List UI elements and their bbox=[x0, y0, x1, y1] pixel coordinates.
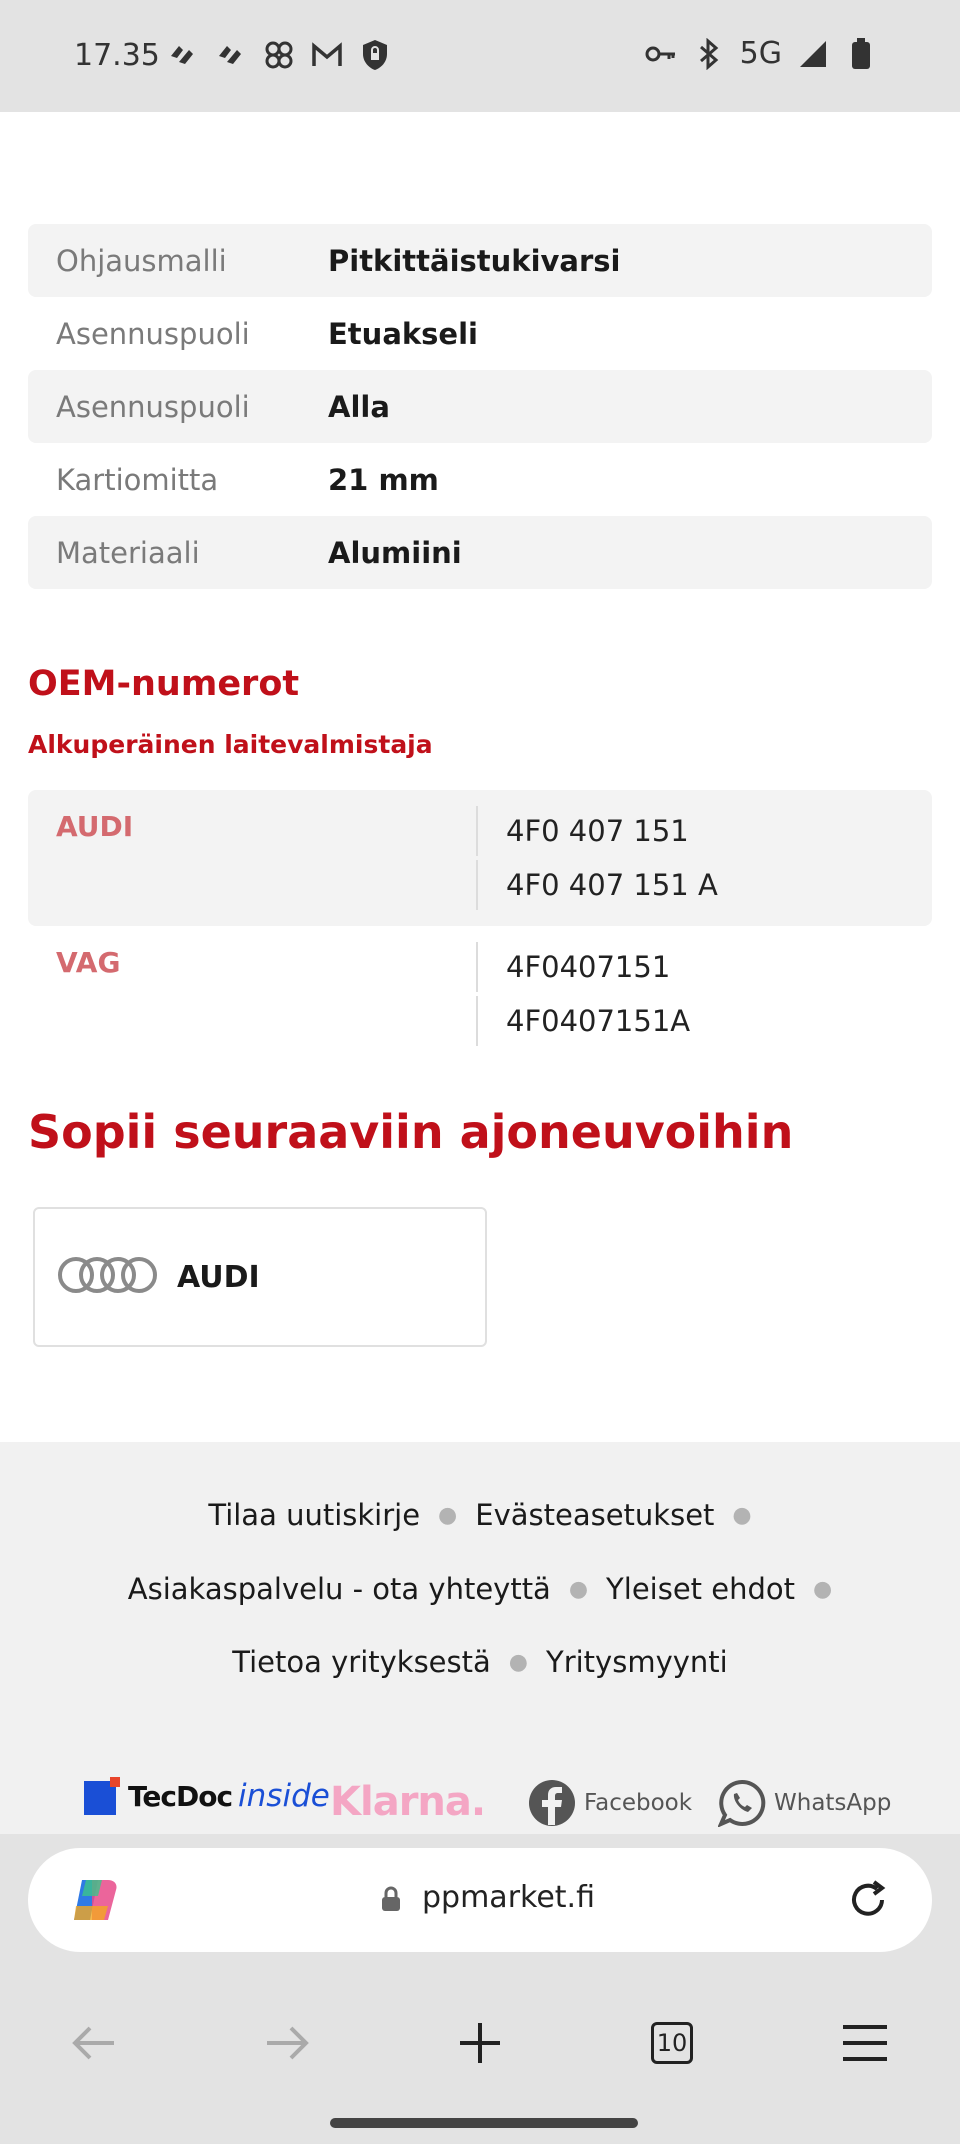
address-bar[interactable]: ppmarket.fi bbox=[28, 1848, 932, 1952]
back-button[interactable] bbox=[59, 2008, 129, 2078]
spec-row: Asennuspuoli Alla bbox=[28, 370, 932, 443]
spec-key: Materiaali bbox=[56, 535, 200, 570]
network-type: 5G bbox=[739, 36, 782, 71]
compatible-vehicles-heading: Sopii seuraaviin ajoneuvoihin bbox=[28, 1105, 794, 1159]
separator-dot: ● bbox=[568, 1576, 589, 1602]
whatsapp-label: WhatsApp bbox=[774, 1790, 892, 1816]
bluetooth-icon bbox=[692, 37, 726, 71]
url-text: ppmarket.fi bbox=[422, 1880, 595, 1915]
browser-toolbar: ppmarket.fi 10 bbox=[0, 1834, 960, 2144]
shield-icon bbox=[358, 38, 392, 72]
oem-brand: AUDI bbox=[56, 810, 134, 843]
facebook-label: Facebook bbox=[584, 1790, 693, 1816]
status-bar: 17.35 5G bbox=[0, 0, 960, 112]
spec-value: Alumiini bbox=[328, 535, 462, 570]
oem-number: 4F0407151 bbox=[476, 942, 932, 992]
footer: Tilaa uutiskirje ● Evästeasetukset ● Asi… bbox=[0, 1442, 960, 1835]
clock: 17.35 bbox=[74, 38, 160, 73]
terms-link[interactable]: Yleiset ehdot bbox=[606, 1572, 795, 1606]
spec-value: Alla bbox=[328, 389, 390, 424]
tecdoc-suffix: inside bbox=[238, 1778, 330, 1814]
vpn-key-icon bbox=[644, 37, 678, 71]
tab-count: 10 bbox=[651, 2022, 693, 2064]
spec-row: Ohjausmalli Pitkittäistukivarsi bbox=[28, 224, 932, 297]
oem-number: 4F0 407 151 bbox=[476, 806, 932, 856]
spec-value: 21 mm bbox=[328, 462, 439, 497]
spec-key: Ohjausmalli bbox=[56, 243, 227, 278]
tecdoc-brand: TecDoc bbox=[128, 1779, 233, 1813]
audi-rings-icon bbox=[57, 1255, 159, 1299]
separator-dot: ● bbox=[732, 1502, 752, 1528]
whatsapp-link[interactable]: WhatsApp bbox=[718, 1779, 891, 1827]
oem-heading: OEM-numerot bbox=[28, 664, 300, 704]
separator-dot: ● bbox=[438, 1502, 458, 1528]
newsletter-link[interactable]: Tilaa uutiskirje bbox=[208, 1498, 420, 1532]
about-company-link[interactable]: Tietoa yrityksestä bbox=[232, 1645, 491, 1679]
spec-value: Etuakseli bbox=[328, 316, 478, 351]
oem-number: 4F0407151A bbox=[476, 996, 932, 1046]
separator-dot: ● bbox=[508, 1649, 528, 1675]
signal-icon bbox=[796, 37, 830, 71]
tabs-button[interactable]: 10 bbox=[637, 2008, 707, 2078]
cookie-settings-link[interactable]: Evästeasetukset bbox=[475, 1498, 714, 1532]
spec-key: Asennuspuoli bbox=[56, 389, 250, 424]
menu-button[interactable] bbox=[830, 2008, 900, 2078]
business-sales-link[interactable]: Yritysmyynti bbox=[546, 1645, 728, 1679]
new-tab-button[interactable] bbox=[445, 2008, 515, 2078]
lock-icon bbox=[380, 1886, 402, 1916]
customer-service-link[interactable]: Asiakaspalvelu - ota yhteyttä bbox=[128, 1572, 551, 1606]
oem-group: VAG 4F0407151 4F0407151A bbox=[28, 926, 932, 1062]
spec-key: Asennuspuoli bbox=[56, 316, 250, 351]
bluesky-icon bbox=[214, 38, 248, 72]
oem-table: AUDI 4F0 407 151 4F0 407 151 A VAG 4F040… bbox=[28, 790, 932, 1062]
browser-nav: 10 bbox=[0, 2008, 960, 2078]
gmail-icon bbox=[310, 38, 344, 72]
partner-logos: TecDoc inside Klarna. Facebook WhatsApp bbox=[0, 1777, 960, 1835]
oem-brand: VAG bbox=[56, 946, 121, 979]
oem-group: AUDI 4F0 407 151 4F0 407 151 A bbox=[28, 790, 932, 926]
klarna-logo: Klarna. bbox=[330, 1779, 486, 1825]
battery-icon bbox=[844, 37, 878, 71]
spec-value: Pitkittäistukivarsi bbox=[328, 243, 621, 278]
vehicle-brand-label: AUDI bbox=[177, 1259, 260, 1295]
spec-key: Kartiomitta bbox=[56, 462, 219, 497]
vehicle-brand-card[interactable]: AUDI bbox=[33, 1207, 487, 1347]
pinwheel-icon bbox=[262, 38, 296, 72]
bluesky-icon bbox=[166, 38, 200, 72]
oem-number: 4F0 407 151 A bbox=[476, 860, 932, 910]
spec-row: Materiaali Alumiini bbox=[28, 516, 932, 589]
spec-row: Kartiomitta 21 mm bbox=[28, 443, 932, 516]
separator-dot: ● bbox=[813, 1576, 833, 1602]
tecdoc-logo: TecDoc inside bbox=[84, 1777, 330, 1815]
home-indicator bbox=[330, 2118, 638, 2128]
oem-subheading: Alkuperäinen laitevalmistaja bbox=[28, 730, 433, 759]
spec-table: Ohjausmalli Pitkittäistukivarsi Asennusp… bbox=[28, 224, 932, 589]
forward-button[interactable] bbox=[252, 2008, 322, 2078]
reload-icon[interactable] bbox=[844, 1876, 892, 1928]
copilot-icon[interactable] bbox=[68, 1876, 122, 1928]
facebook-link[interactable]: Facebook bbox=[528, 1779, 692, 1827]
spec-row: Asennuspuoli Etuakseli bbox=[28, 297, 932, 370]
